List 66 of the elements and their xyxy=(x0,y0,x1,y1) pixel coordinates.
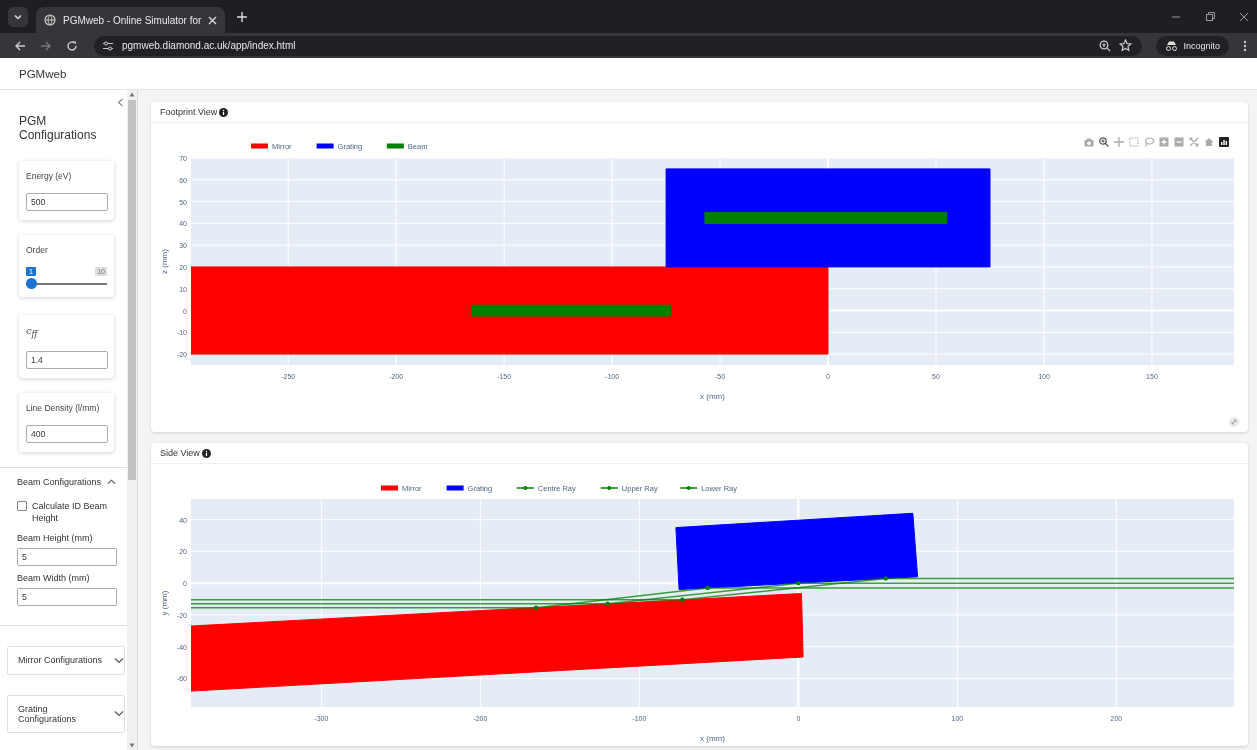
field-label: c$_{ff}$ xyxy=(26,324,40,339)
input-field[interactable]: 5 xyxy=(17,587,117,606)
app-title: PGMweb xyxy=(19,67,67,80)
collapse-icon[interactable] xyxy=(117,98,124,107)
legend-swatch-icon[interactable] xyxy=(251,143,268,149)
zoom-icon[interactable] xyxy=(1099,137,1109,147)
scroll-down-icon[interactable] xyxy=(129,743,135,748)
resize-handle-icon[interactable] xyxy=(1228,416,1240,428)
incognito-icon xyxy=(1165,40,1179,51)
chart-logo-icon[interactable] xyxy=(1219,137,1229,147)
axis-title: x (mm) xyxy=(700,734,725,743)
legend-line-icon[interactable] xyxy=(600,486,619,490)
tab-list-button[interactable] xyxy=(8,6,28,27)
scrollbar[interactable] xyxy=(127,90,137,750)
restore-icon[interactable] xyxy=(1205,11,1215,22)
tab-title: PGMweb - Online Simulator for xyxy=(63,14,202,26)
panel-title: Footprint View xyxy=(160,107,218,117)
star-icon[interactable] xyxy=(1119,39,1133,52)
input-field[interactable]: 1.4 xyxy=(26,350,108,369)
field-label: Line Density (l/mm) xyxy=(26,402,101,413)
menu-icon[interactable] xyxy=(1243,39,1247,52)
axis-title: z (mm) xyxy=(160,249,169,274)
input-field[interactable]: 5 xyxy=(17,547,117,566)
profile-button[interactable]: Incognito xyxy=(1156,35,1229,56)
globe-icon xyxy=(44,14,56,26)
axis-title: x (mm) xyxy=(700,392,725,401)
axis-title: y (mm) xyxy=(160,590,169,616)
chevron-icon xyxy=(114,710,124,718)
legend-swatch-icon[interactable] xyxy=(381,485,398,491)
field-label: Order xyxy=(26,244,49,255)
address-field[interactable]: pgmweb.diamond.ac.uk/app/index.html xyxy=(94,35,1143,56)
field-label: Beam Width (mm) xyxy=(17,572,91,583)
zoom-icon[interactable] xyxy=(1099,39,1112,52)
slider-thumb[interactable] xyxy=(26,277,37,289)
filled-region[interactable] xyxy=(675,512,919,590)
chevron-icon xyxy=(107,478,116,486)
legend-line-icon[interactable] xyxy=(679,486,698,490)
forward-icon[interactable] xyxy=(40,39,52,52)
ray-line[interactable] xyxy=(191,585,1234,610)
input-field[interactable]: 500 xyxy=(26,192,108,211)
input-field[interactable]: 400 xyxy=(26,424,108,443)
legend-line-icon[interactable] xyxy=(516,486,535,490)
filled-region[interactable] xyxy=(471,212,948,317)
info-icon[interactable] xyxy=(201,448,211,458)
checkbox[interactable] xyxy=(17,500,27,511)
section-header[interactable]: Grating Configurations xyxy=(18,695,124,732)
new-tab-icon[interactable] xyxy=(237,11,248,22)
close-icon[interactable] xyxy=(1239,11,1249,22)
sidebar-heading: PGM Configurations xyxy=(19,114,98,143)
panel-title: Side View xyxy=(160,448,200,458)
checkbox-label: Calculate ID Beam Height xyxy=(32,499,109,525)
info-icon[interactable] xyxy=(219,107,229,117)
back-icon[interactable] xyxy=(14,39,26,52)
tune-icon[interactable] xyxy=(102,39,114,52)
chevron-icon xyxy=(114,656,124,664)
reload-icon[interactable] xyxy=(66,39,78,52)
legend-swatch-icon[interactable] xyxy=(386,143,404,149)
legend-swatch-icon[interactable] xyxy=(446,485,464,491)
legend-swatch-icon[interactable] xyxy=(316,143,334,149)
section-header[interactable]: Mirror Configurations xyxy=(18,646,124,674)
field-label: Beam Height (mm) xyxy=(17,532,94,543)
filled-region[interactable] xyxy=(191,593,804,692)
scroll-up-icon[interactable] xyxy=(129,92,135,97)
field-label: Energy (eV) xyxy=(26,170,73,181)
section-header[interactable]: Beam Configurations xyxy=(17,467,116,496)
browser-tab[interactable]: PGMweb - Online Simulator for xyxy=(36,7,226,33)
